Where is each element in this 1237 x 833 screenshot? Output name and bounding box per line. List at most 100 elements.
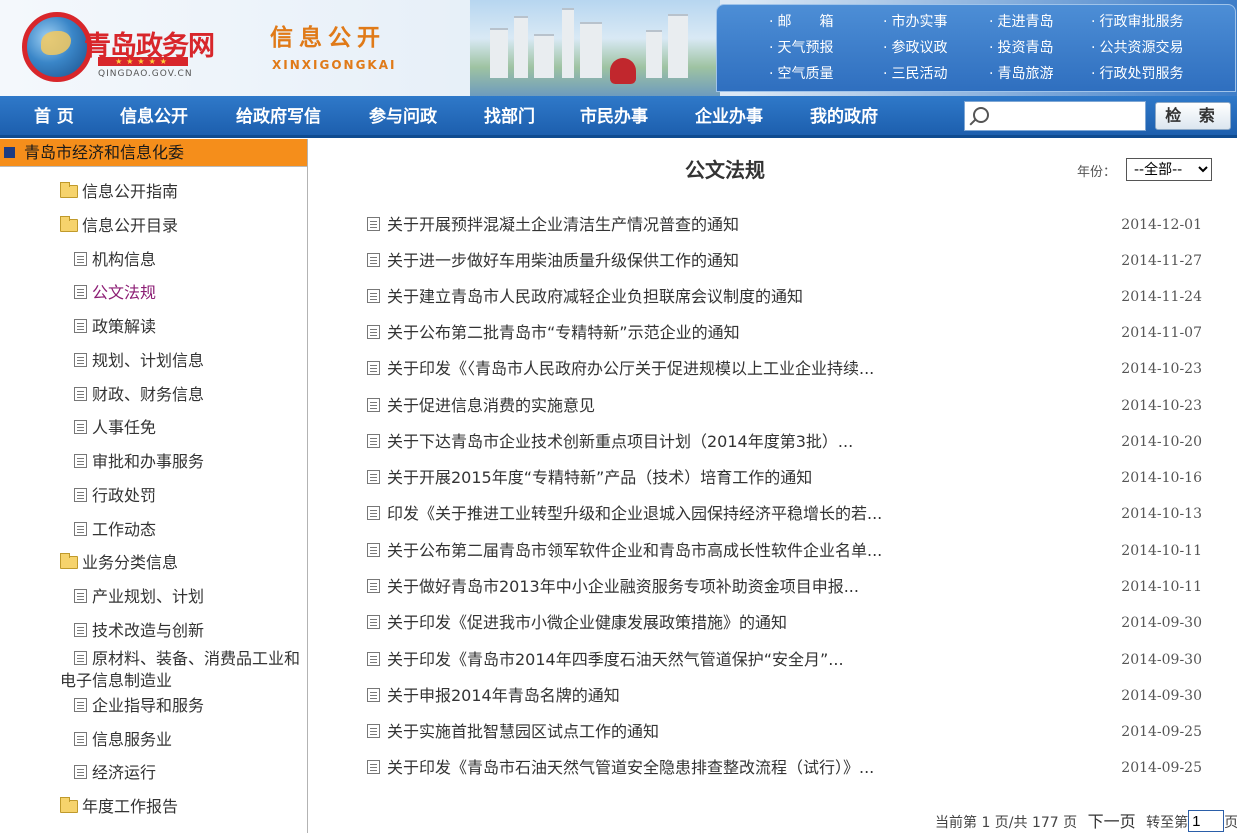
document-icon — [367, 579, 380, 593]
document-icon — [367, 688, 380, 702]
nav-write-government[interactable]: 给政府写信 — [236, 96, 321, 138]
sidebar-item-tech-innovation[interactable]: 技术改造与创新 — [74, 620, 204, 642]
site-header: 青岛政务网 ★★★★★ QINGDAO.GOV.CN 信息公开 XINXIGON… — [0, 0, 1237, 96]
sidebar-item-info-services[interactable]: 信息服务业 — [74, 729, 172, 751]
sidebar-item-documents[interactable]: 公文法规 — [74, 282, 156, 304]
document-link[interactable]: 关于建立青岛市人民政府减轻企业负担联席会议制度的通知 — [387, 285, 803, 309]
nav-home[interactable]: 首 页 — [34, 96, 74, 138]
list-item: 关于印发《青岛市石油天然气管道安全隐患排查整改流程（试行）》... 2014-0… — [365, 756, 1205, 780]
document-link[interactable]: 关于印发《促进我市小微企业健康发展政策措施》的通知 — [387, 611, 787, 635]
document-link[interactable]: 关于印发《〈青岛市人民政府办公厅关于促进规模以上工业企业持续... — [387, 357, 874, 381]
folder-icon — [60, 216, 78, 232]
document-link[interactable]: 关于公布第二届青岛市领军软件企业和青岛市高成长性软件企业名单... — [387, 539, 882, 563]
list-item: 关于实施首批智慧园区试点工作的通知 2014-09-25 — [365, 720, 1205, 744]
nav-citizen-services[interactable]: 市民办事 — [580, 96, 648, 138]
sidebar-item-finance[interactable]: 财政、财务信息 — [74, 384, 204, 406]
document-date: 2014-10-13 — [1121, 506, 1202, 522]
sidebar-item-manufacturing[interactable]: 原材料、装备、消费品工业和电子信息制造业 — [60, 648, 310, 692]
nav-my-government[interactable]: 我的政府 — [810, 96, 878, 138]
sidebar-item-news[interactable]: 工作动态 — [74, 519, 156, 541]
sidebar-item-enterprise-guidance[interactable]: 企业指导和服务 — [74, 695, 204, 717]
sidebar-item-organization[interactable]: 机构信息 — [74, 249, 156, 271]
search-input[interactable] — [995, 105, 1140, 127]
document-link[interactable]: 关于下达青岛市企业技术创新重点项目计划（2014年度第3批）... — [387, 430, 853, 454]
nav-find-department[interactable]: 找部门 — [484, 96, 535, 138]
goto-label: 转至第 — [1146, 815, 1189, 831]
document-icon — [74, 698, 87, 712]
document-icon — [74, 420, 87, 434]
sidebar-item-approval-services[interactable]: 审批和办事服务 — [74, 451, 204, 473]
search-button[interactable]: 检 索 — [1155, 102, 1231, 130]
year-label: 年份： — [1077, 165, 1117, 180]
document-link[interactable]: 关于做好青岛市2013年中小企业融资服务专项补助资金项目申报... — [387, 575, 859, 599]
nav-business-services[interactable]: 企业办事 — [695, 96, 763, 138]
quicklink-mailbox[interactable]: 邮 箱 — [769, 9, 883, 35]
document-date: 2014-10-23 — [1121, 361, 1202, 377]
document-link[interactable]: 关于公布第二批青岛市“专精特新”示范企业的通知 — [387, 321, 740, 345]
goto-page-input[interactable] — [1188, 810, 1225, 832]
document-date: 2014-09-25 — [1121, 760, 1202, 776]
document-date: 2014-09-25 — [1121, 724, 1202, 740]
quicklink-participation[interactable]: 参政议政 — [883, 35, 989, 61]
site-logo[interactable]: 青岛政务网 ★★★★★ QINGDAO.GOV.CN — [18, 10, 215, 82]
sidebar-item-annual-report[interactable]: 年度工作报告 — [60, 796, 178, 818]
document-link[interactable]: 关于进一步做好车用柴油质量升级保供工作的通知 — [387, 249, 739, 273]
quicklink-admin-penalty[interactable]: 行政处罚服务 — [1091, 61, 1231, 87]
site-url: QINGDAO.GOV.CN — [98, 69, 193, 79]
document-icon — [367, 253, 380, 267]
document-icon — [367, 434, 380, 448]
document-date: 2014-11-27 — [1121, 253, 1202, 269]
document-icon — [367, 506, 380, 520]
document-link[interactable]: 关于印发《青岛市石油天然气管道安全隐患排查整改流程（试行）》... — [387, 756, 874, 780]
sidebar-item-economic-operation[interactable]: 经济运行 — [74, 762, 156, 784]
document-link[interactable]: 印发《关于推进工业转型升级和企业退城入园保持经济平稳增长的若... — [387, 502, 882, 526]
sidebar-item-guide[interactable]: 信息公开指南 — [60, 181, 178, 203]
document-link[interactable]: 关于申报2014年青岛名牌的通知 — [387, 684, 620, 708]
document-link[interactable]: 关于促进信息消费的实施意见 — [387, 394, 595, 418]
quicklink-weather[interactable]: 天气预报 — [769, 35, 883, 61]
list-item: 印发《关于推进工业转型升级和企业退城入园保持经济平稳增长的若... 2014-1… — [365, 502, 1205, 526]
document-date: 2014-09-30 — [1121, 652, 1202, 668]
sidebar-item-penalties[interactable]: 行政处罚 — [74, 485, 156, 507]
page-title: 公文法规 — [685, 158, 765, 182]
document-link[interactable]: 关于开展预拌混凝土企业清洁生产情况普查的通知 — [387, 213, 739, 237]
quicklink-city-affairs[interactable]: 市办实事 — [883, 9, 989, 35]
quicklink-admin-approval[interactable]: 行政审批服务 — [1091, 9, 1231, 35]
list-item: 关于建立青岛市人民政府减轻企业负担联席会议制度的通知 2014-11-24 — [365, 285, 1205, 309]
quicklink-invest[interactable]: 投资青岛 — [989, 35, 1091, 61]
quicklink-public-resources[interactable]: 公共资源交易 — [1091, 35, 1231, 61]
year-select[interactable]: --全部-- — [1126, 158, 1212, 181]
document-icon — [367, 217, 380, 231]
document-date: 2014-10-20 — [1121, 434, 1202, 450]
sidebar-item-business-categories[interactable]: 业务分类信息 — [60, 552, 178, 574]
document-link[interactable]: 关于开展2015年度“专精特新”产品（技术）培育工作的通知 — [387, 466, 812, 490]
nav-info-disclosure[interactable]: 信息公开 — [120, 96, 188, 138]
main-nav: 首 页 信息公开 给政府写信 参与问政 找部门 市民办事 企业办事 我的政府 检… — [0, 96, 1237, 138]
sidebar-item-catalog[interactable]: 信息公开目录 — [60, 215, 178, 237]
sidebar-item-industry-planning[interactable]: 产业规划、计划 — [74, 586, 204, 608]
page-status: 当前第 1 页/共 177 页 — [935, 815, 1078, 831]
list-item: 关于公布第二批青岛市“专精特新”示范企业的通知 2014-11-07 — [365, 321, 1205, 345]
document-icon — [74, 765, 87, 779]
stars-icon: ★★★★★ — [98, 57, 188, 66]
document-icon — [367, 361, 380, 375]
search-icon — [973, 107, 989, 123]
document-link[interactable]: 关于实施首批智慧园区试点工作的通知 — [387, 720, 659, 744]
quicklink-tourism[interactable]: 青岛旅游 — [989, 61, 1091, 87]
quicklink-air-quality[interactable]: 空气质量 — [769, 61, 883, 87]
document-link[interactable]: 关于印发《青岛市2014年四季度石油天然气管道保护“安全月”... — [387, 648, 844, 672]
document-icon — [74, 623, 87, 637]
nav-participate[interactable]: 参与问政 — [369, 96, 437, 138]
sidebar-item-planning[interactable]: 规划、计划信息 — [74, 350, 204, 372]
folder-icon — [60, 182, 78, 198]
document-icon — [74, 589, 87, 603]
sidebar-item-policy-interpretation[interactable]: 政策解读 — [74, 316, 156, 338]
list-item: 关于申报2014年青岛名牌的通知 2014-09-30 — [365, 684, 1205, 708]
next-page-link[interactable]: 下一页 — [1088, 812, 1136, 831]
document-icon — [74, 353, 87, 367]
document-icon — [74, 285, 87, 299]
quicklink-sanmin[interactable]: 三民活动 — [883, 61, 989, 87]
list-item: 关于公布第二届青岛市领军软件企业和青岛市高成长性软件企业名单... 2014-1… — [365, 539, 1205, 563]
sidebar-item-personnel[interactable]: 人事任免 — [74, 417, 156, 439]
quicklink-about-qingdao[interactable]: 走进青岛 — [989, 9, 1091, 35]
